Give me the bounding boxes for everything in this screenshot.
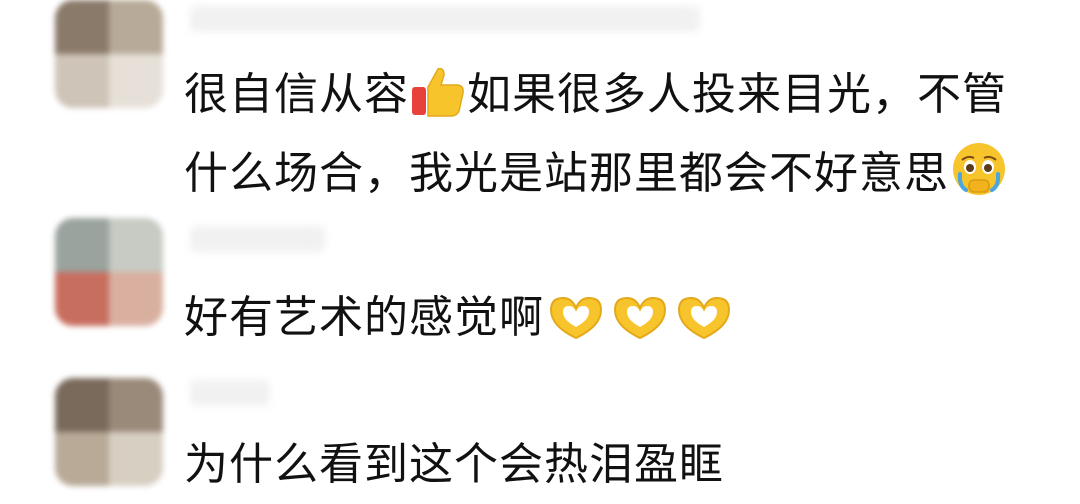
avatar-pixel — [109, 218, 163, 272]
comment-text-segment: 什么场合，我光是站那里都会不好意思 — [184, 148, 949, 199]
avatar[interactable] — [55, 0, 163, 108]
comment-item: 好有艺术的感觉啊 — [0, 210, 1080, 360]
pleading-face-icon — [950, 140, 1008, 198]
comment-text: 好有艺术的感觉啊 — [184, 287, 736, 349]
comment-text-segment: 好有艺术的感觉啊 — [184, 292, 544, 343]
avatar-pixel — [109, 378, 163, 432]
avatar-pixel — [55, 272, 109, 326]
heart-hands-icon — [673, 292, 735, 342]
comment-text: 很自信从容 如果很多人投来目光，不管 — [184, 64, 1007, 126]
comment-text: 什么场合，我光是站那里都会不好意思 — [184, 140, 1009, 205]
avatar-pixel — [55, 0, 109, 54]
avatar-pixel — [109, 432, 163, 486]
comment-text-segment: 如果很多人投来目光，不管 — [467, 69, 1007, 120]
heart-hands-icon — [609, 292, 671, 342]
avatar-pixel — [55, 432, 109, 486]
username-redacted — [190, 6, 700, 32]
thumbs-up-icon — [410, 65, 466, 119]
avatar-pixel — [109, 272, 163, 326]
comment-text: 为什么看到这个会热泪盈眶 — [184, 434, 724, 496]
avatar-pixel — [55, 54, 109, 108]
avatar-pixel — [55, 378, 109, 432]
heart-hands-icon — [545, 292, 607, 342]
comment-text-segment: 为什么看到这个会热泪盈眶 — [184, 439, 724, 490]
comment-list: 很自信从容 如果很多人投来目光，不管 什么场合，我光是站那里都会不好意思 好有艺… — [0, 0, 1080, 504]
comment-item: 很自信从容 如果很多人投来目光，不管 什么场合，我光是站那里都会不好意思 — [0, 0, 1080, 210]
avatar-pixel — [55, 218, 109, 272]
comment-text-segment: 很自信从容 — [184, 69, 409, 120]
avatar[interactable] — [55, 378, 163, 486]
avatar-pixel — [109, 54, 163, 108]
username-redacted — [190, 380, 270, 406]
comment-item: 为什么看到这个会热泪盈眶 — [0, 360, 1080, 504]
avatar-pixel — [109, 0, 163, 54]
username-redacted — [190, 226, 325, 252]
avatar[interactable] — [55, 218, 163, 326]
